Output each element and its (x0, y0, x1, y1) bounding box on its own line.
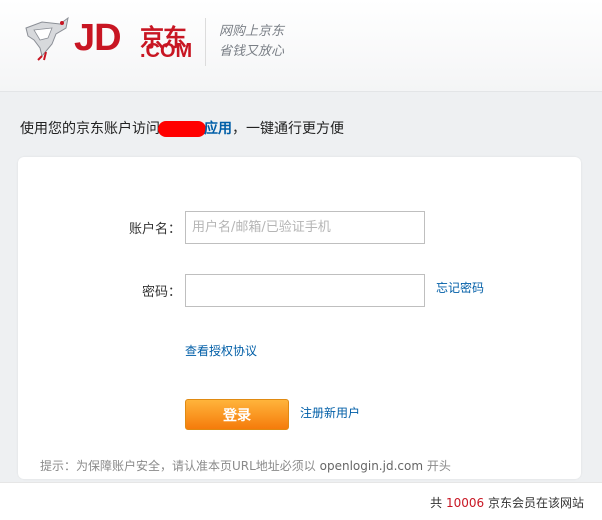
hint-domain: openlogin.jd.com (319, 459, 424, 473)
redaction-mark (158, 121, 206, 137)
jd-logo[interactable]: JD 京东 .COM (74, 17, 192, 62)
account-label: 账户名： (128, 222, 181, 237)
slogan-line-2: 省钱又放心 (219, 44, 285, 59)
view-agreement-link[interactable]: 查看授权协议 (185, 342, 257, 359)
logo-jd: JD (74, 17, 122, 59)
password-input[interactable] (185, 274, 425, 307)
header-divider (205, 18, 206, 66)
login-card: 账户名： 密码： 忘记密码 查看授权协议 登录 注册新用户 提示：为保障账户安全… (18, 157, 581, 479)
logo-com: .COM (140, 40, 193, 62)
intro-prefix: 使用您的京东账户访问 (20, 121, 160, 137)
slogan: 网购上京东 省钱又放心 (219, 22, 284, 62)
hint-text: 提示：为保障账户安全，请认准本页URL地址必须以 (40, 459, 320, 473)
security-hint: 提示：为保障账户安全，请认准本页URL地址必须以 openlogin.jd.co… (40, 457, 451, 474)
password-label: 密码： (141, 285, 181, 300)
footer-suffix: 京东会员在该网站 (484, 496, 584, 510)
footer: 共 10006 京东会员在该网站 (0, 482, 602, 520)
slogan-line-1: 网购上京东 (219, 24, 285, 39)
member-count: 10006 (445, 496, 485, 510)
site-header: JD 京东 .COM 网购上京东 省钱又放心 (0, 0, 602, 92)
register-link[interactable]: 注册新用户 (300, 404, 360, 421)
intro-text: 使用您的京东账户访问 应用，一键通行更方便 (20, 118, 344, 138)
intro-app-name: 应用 (204, 121, 232, 137)
hint-suffix: 开头 (423, 459, 451, 473)
account-input[interactable] (185, 211, 425, 244)
jd-dog-logo-icon (25, 16, 69, 61)
footer-prefix: 共 (430, 496, 446, 510)
login-button[interactable]: 登录 (185, 399, 289, 430)
forgot-password-link[interactable]: 忘记密码 (436, 279, 484, 296)
intro-suffix: ，一键通行更方便 (232, 121, 344, 137)
member-count-text: 共 10006 京东会员在该网站 (430, 494, 584, 511)
